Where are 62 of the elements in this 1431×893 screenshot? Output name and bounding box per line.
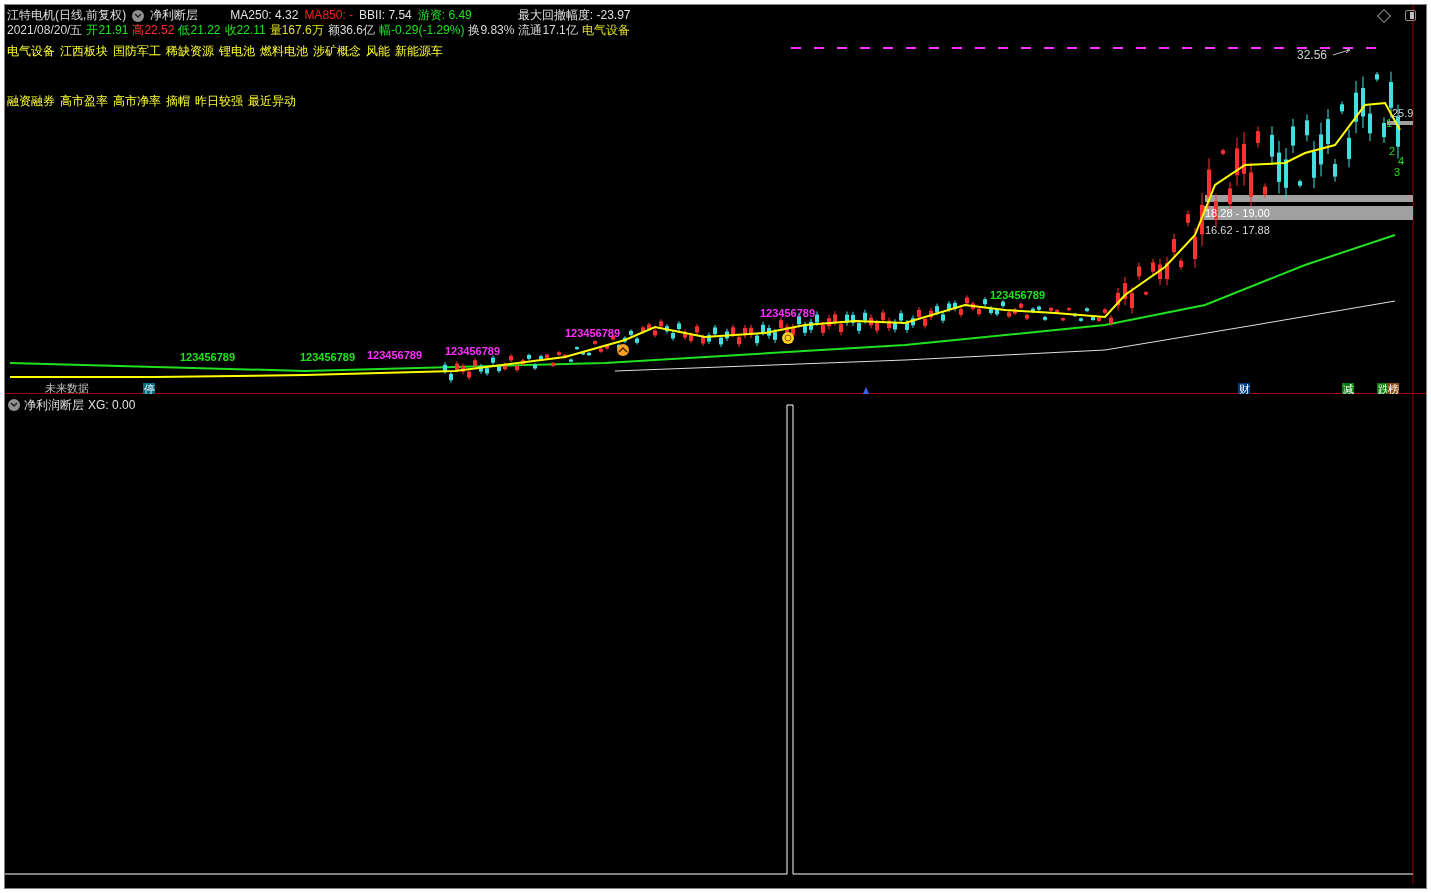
lower-panel-reading: XG: 0.00	[88, 397, 136, 414]
quote-value: 流通17.1亿	[518, 23, 578, 38]
sequence-label: 123456789	[367, 349, 423, 361]
quote-value: 开21.91	[86, 23, 129, 38]
indicator-value: BBII: 7.54	[359, 8, 412, 23]
stock-tag[interactable]: 最近异动	[248, 94, 296, 109]
quote-value: 换9.83%	[468, 23, 515, 38]
indicator-value: MA850: -	[304, 8, 354, 23]
indicator-value: 游资: 6.49	[417, 8, 472, 23]
concept-tag[interactable]: 燃料电池	[260, 44, 308, 59]
sequence-label: 123456789	[445, 345, 501, 357]
sequence-label: 123456789	[300, 351, 356, 363]
concept-tag[interactable]: 涉矿概念	[313, 44, 361, 59]
indicator-name: 净利断层	[150, 8, 199, 23]
up-marker-icon	[617, 344, 629, 356]
concept-tag[interactable]: 新能源车	[395, 44, 443, 59]
badge-label: 榜	[1388, 383, 1399, 394]
badge-label: 财	[1239, 383, 1250, 394]
count-label: 3	[1394, 166, 1401, 178]
last-price-label: 25.9	[1392, 107, 1414, 119]
triangle-marker-icon	[863, 387, 869, 394]
stock-tag[interactable]: 高市净率	[113, 94, 161, 109]
quote-value: 幅-0.29(-1.29%)	[379, 23, 465, 38]
lower-panel-title: 净利润断层	[24, 397, 84, 414]
quote-value: 高22.52	[132, 23, 175, 38]
sequence-label: 123456789	[760, 307, 816, 319]
future-data-label: 未来数据	[45, 382, 89, 394]
badge-label: 跌	[1378, 383, 1389, 394]
sequence-label: 123456789	[990, 289, 1046, 301]
quote-value: 额36.6亿	[327, 23, 376, 38]
concept-tag[interactable]: 风能	[366, 44, 390, 59]
stock-tag[interactable]: 高市盈率	[60, 94, 108, 109]
max-drawdown: 最大回撤幅度: -23.97	[517, 8, 631, 23]
stock-title: 江特电机(日线,前复权)	[7, 8, 127, 23]
badge-label: 减	[1343, 383, 1354, 394]
concept-tag[interactable]: 国防军工	[113, 44, 161, 59]
stock-tag[interactable]: 昨日较强	[195, 94, 243, 109]
sequence-label: 123456789	[565, 327, 621, 339]
concept-tag[interactable]: 锂电池	[219, 44, 255, 59]
concept-tag[interactable]: 江西板块	[60, 44, 108, 59]
sequence-label: 123456789	[180, 351, 236, 363]
price-zone-label: 16.62 - 17.88	[1205, 224, 1270, 236]
coin-marker-icon	[782, 332, 794, 344]
dropdown-icon[interactable]	[132, 9, 145, 22]
stock-tag[interactable]: 融资融券	[7, 94, 55, 109]
indicator-value: MA250: 4.32	[230, 8, 299, 23]
concept-tag[interactable]: 稀缺资源	[166, 44, 214, 59]
count-label: 1	[1386, 117, 1393, 129]
panel-toggle-icon[interactable]	[1405, 10, 1416, 21]
high-price-label: 32.56	[1297, 48, 1328, 62]
dropdown-icon[interactable]	[8, 399, 20, 411]
stock-tag[interactable]: 摘帽	[166, 94, 190, 109]
quote-value: 2021/08/20/五	[7, 23, 83, 38]
quote-value: 低21.22	[178, 23, 221, 38]
count-label: 2	[1389, 145, 1396, 157]
high-arrow-icon	[1332, 47, 1351, 56]
quote-value: 量167.6万	[269, 23, 324, 38]
concept-tag[interactable]: 电气设备	[7, 44, 55, 59]
badge-label: 停	[144, 383, 155, 394]
count-label: 4	[1398, 155, 1405, 167]
quote-value: 收22.11	[224, 23, 266, 38]
quote-value: 电气设备	[581, 23, 630, 38]
